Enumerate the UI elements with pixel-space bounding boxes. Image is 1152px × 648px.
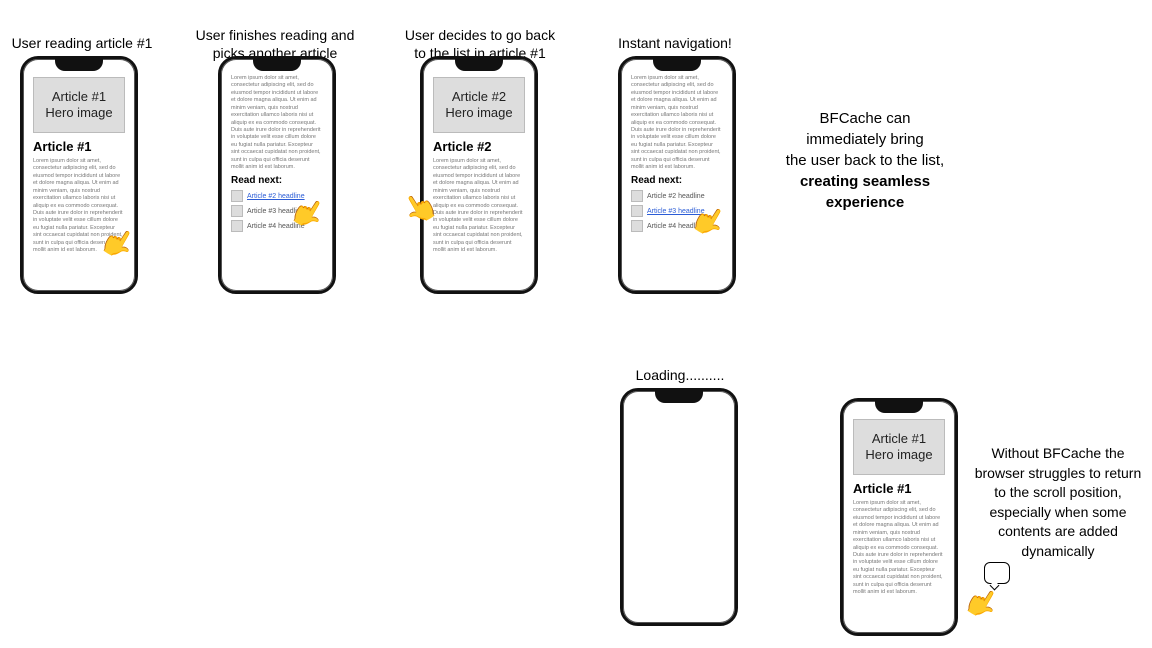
list-item[interactable]: Article #2 headline	[231, 190, 323, 202]
speech-bubble-icon	[984, 562, 1010, 584]
read-next-heading: Read next:	[231, 175, 323, 186]
thumb-icon	[631, 220, 643, 232]
notch-icon	[55, 59, 103, 71]
article-body: Lorem ipsum dolor sit amet, consectetur …	[631, 75, 723, 171]
list-item[interactable]: Article #2 headline	[631, 190, 723, 202]
phone-1-screen: Article #1 Hero image Article #1 Lorem i…	[29, 73, 129, 285]
phone-3: Article #2 Hero image Article #2 Lorem i…	[420, 56, 538, 294]
desc-bold: experience	[826, 194, 904, 211]
phone-2-screen: Lorem ipsum dolor sit amet, consectetur …	[227, 73, 327, 285]
article-body: Lorem ipsum dolor sit amet, consectetur …	[33, 158, 125, 254]
phone-1: Article #1 Hero image Article #1 Lorem i…	[20, 56, 138, 294]
phone-2: Lorem ipsum dolor sit amet, consectetur …	[218, 56, 336, 294]
list-item[interactable]: Article #3 headline	[631, 205, 723, 217]
list-item-label: Article #2 headline	[647, 193, 705, 200]
caption-1: User reading article #1	[0, 34, 172, 52]
thumb-icon	[631, 190, 643, 202]
phone-5	[620, 388, 738, 626]
list-item-label: Article #4 headline	[247, 223, 305, 230]
article-title: Article #1	[33, 139, 125, 154]
list-item-label: Article #3 headline	[247, 208, 305, 215]
hero-image-placeholder: Article #1 Hero image	[33, 77, 125, 133]
thumb-icon	[231, 190, 243, 202]
phone-3-screen: Article #2 Hero image Article #2 Lorem i…	[429, 73, 529, 285]
phone-6-screen: Article #1 Hero image Article #1 Lorem i…	[849, 415, 949, 627]
list-item[interactable]: Article #4 headline	[231, 220, 323, 232]
desc-bold: creating seamless	[800, 173, 930, 190]
phone-6: Article #1 Hero image Article #1 Lorem i…	[840, 398, 958, 636]
phone-4: Lorem ipsum dolor sit amet, consectetur …	[618, 56, 736, 294]
description-top: BFCache can immediately bring the user b…	[760, 108, 970, 213]
caption-loading: Loading..........	[620, 366, 740, 384]
pointing-hand-icon: 👆	[960, 584, 1004, 628]
list-item-label: Article #2 headline	[247, 193, 305, 200]
thumb-icon	[231, 205, 243, 217]
notch-icon	[655, 391, 703, 403]
read-next-heading: Read next:	[631, 175, 723, 186]
list-item[interactable]: Article #4 headline	[631, 220, 723, 232]
thumb-icon	[631, 205, 643, 217]
desc-line: the user back to the list,	[786, 152, 944, 169]
list-item-label: Article #3 headline	[647, 208, 705, 215]
caption-4: Instant navigation!	[590, 34, 760, 52]
article-title: Article #1	[853, 481, 945, 496]
description-bottom: Without BFCache the browser struggles to…	[968, 444, 1148, 562]
desc-line: immediately bring	[806, 131, 924, 148]
phone-4-screen: Lorem ipsum dolor sit amet, consectetur …	[627, 73, 727, 285]
phone-5-screen	[629, 405, 729, 617]
desc-line: BFCache can	[820, 110, 911, 127]
article-body: Lorem ipsum dolor sit amet, consectetur …	[231, 75, 323, 171]
list-item[interactable]: Article #3 headline	[231, 205, 323, 217]
notch-icon	[653, 59, 701, 71]
article-body: Lorem ipsum dolor sit amet, consectetur …	[853, 500, 945, 596]
notch-icon	[253, 59, 301, 71]
notch-icon	[875, 401, 923, 413]
article-title: Article #2	[433, 139, 525, 154]
notch-icon	[455, 59, 503, 71]
article-body: Lorem ipsum dolor sit amet, consectetur …	[433, 158, 525, 254]
list-item-label: Article #4 headline	[647, 223, 705, 230]
thumb-icon	[231, 220, 243, 232]
hero-image-placeholder: Article #2 Hero image	[433, 77, 525, 133]
hero-image-placeholder: Article #1 Hero image	[853, 419, 945, 475]
